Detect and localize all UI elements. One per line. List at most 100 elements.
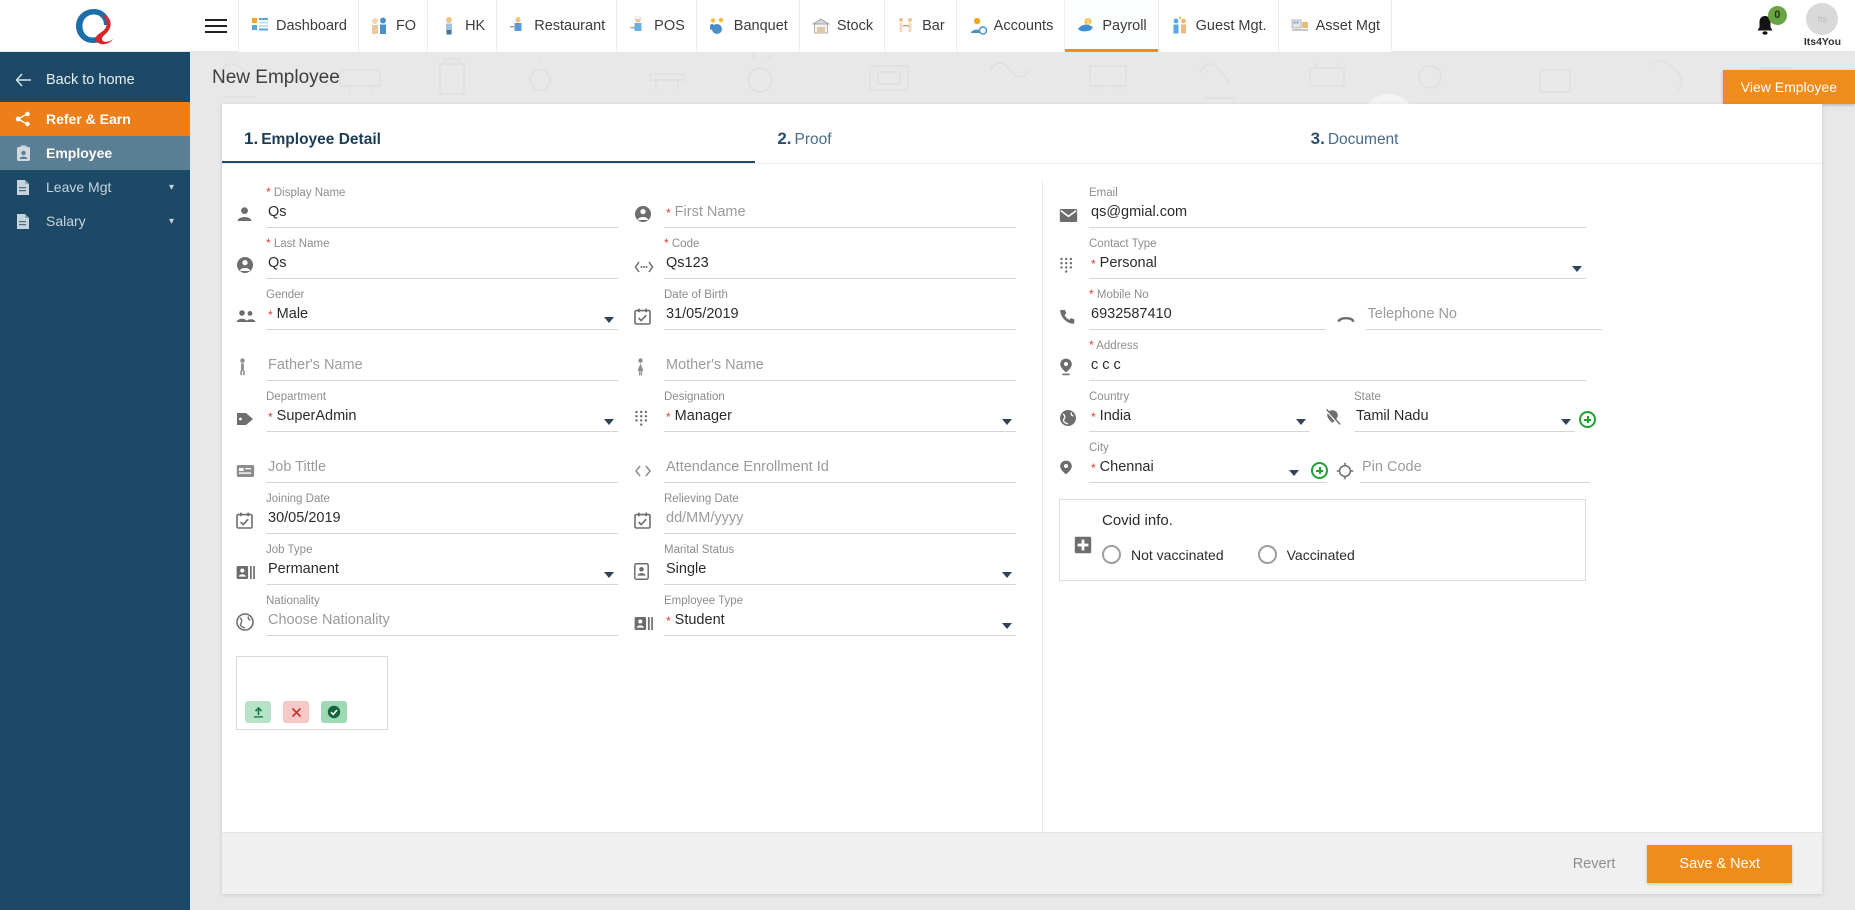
department-select[interactable]: * SuperAdmin — [266, 406, 618, 432]
hamburger-menu-icon[interactable] — [194, 0, 238, 52]
nav-item-restaurant[interactable]: Restaurant — [496, 0, 617, 52]
close-icon[interactable] — [283, 701, 309, 723]
add-city-button[interactable] — [1311, 462, 1328, 479]
sidebar-item-back-to-home[interactable]: Back to home — [0, 58, 190, 102]
nav-item-bar[interactable]: Bar — [884, 0, 956, 52]
chevron-down-icon[interactable] — [604, 317, 614, 323]
locate-icon[interactable] — [1336, 462, 1354, 480]
designation-select[interactable]: * Manager — [664, 406, 1016, 432]
email-input[interactable]: qs@gmial.com — [1089, 202, 1586, 228]
chevron-down-icon[interactable]: ▾ — [169, 216, 174, 227]
field-label: Department — [266, 391, 327, 403]
relieving-date-input[interactable]: dd/MM/yyyy — [664, 508, 1016, 534]
field-label — [664, 339, 1016, 353]
user-profile-button[interactable]: Its Its4You — [1804, 3, 1841, 48]
chevron-down-icon[interactable] — [1002, 623, 1012, 629]
chevron-down-icon[interactable] — [604, 419, 614, 425]
calendar-icon[interactable] — [236, 512, 266, 534]
job-title-input[interactable]: Job Tittle — [266, 457, 618, 483]
revert-button[interactable]: Revert — [1559, 846, 1630, 882]
nav-label: Restaurant — [534, 17, 606, 34]
state-select[interactable]: Tamil Nadu — [1354, 406, 1575, 432]
chevron-down-icon[interactable] — [1289, 470, 1299, 476]
field-label — [664, 186, 1016, 200]
sidebar-item-salary[interactable]: Salary ▾ — [0, 204, 190, 238]
chevron-down-icon[interactable] — [604, 572, 614, 578]
upload-icon[interactable] — [245, 701, 271, 723]
nav-label: Dashboard — [276, 17, 347, 34]
chevron-down-icon[interactable] — [1572, 266, 1582, 272]
calendar-icon[interactable] — [634, 512, 664, 534]
required-star: * — [268, 308, 273, 322]
address-input[interactable]: c c c — [1089, 355, 1586, 381]
field-mobile-no: * Mobile No 6932587410 — [1059, 287, 1326, 330]
display-name-input[interactable]: Qs — [266, 202, 618, 228]
job-type-select[interactable]: Permanent — [266, 559, 618, 585]
view-employee-button[interactable]: View Employee — [1722, 70, 1855, 104]
mobile-no-input[interactable]: 6932587410 — [1089, 304, 1326, 330]
chevron-down-icon[interactable] — [1002, 419, 1012, 425]
tab-employee-detail[interactable]: 1. Employee Detail — [222, 104, 756, 163]
calendar-icon[interactable] — [634, 308, 664, 330]
row-country-state: Country * India State Tamil Nadu — [1059, 386, 1602, 432]
last-name-input[interactable]: Qs — [266, 253, 618, 279]
first-name-input[interactable]: * First Name — [664, 202, 1016, 228]
tab-document[interactable]: 3. Document — [1289, 104, 1822, 163]
notification-bell-button[interactable]: 0 — [1748, 5, 1787, 43]
field-label: * Address — [1089, 338, 1139, 352]
nav-item-guest-mgt[interactable]: Guest Mgt. — [1157, 0, 1278, 52]
nav-label: POS — [654, 17, 685, 34]
sidebar-item-refer-earn[interactable]: Refer & Earn — [0, 102, 190, 136]
check-icon[interactable] — [321, 701, 347, 723]
nav-item-stock[interactable]: Stock — [798, 0, 885, 52]
field-joining-date: Joining Date 30/05/2019 — [236, 488, 634, 534]
sidebar-item-employee[interactable]: Employee — [0, 136, 190, 170]
country-select[interactable]: * India — [1089, 406, 1310, 432]
field-pincode: Pin Code — [1360, 441, 1590, 483]
radio-vaccinated[interactable]: Vaccinated — [1257, 545, 1355, 564]
date-of-birth-input[interactable]: 31/05/2019 — [664, 304, 1016, 330]
save-and-next-button[interactable]: Save & Next — [1647, 844, 1792, 883]
field-last-name: * Last Name Qs — [236, 233, 634, 279]
nav-label: Asset Mgt — [1315, 17, 1381, 34]
sidebar-item-leave-mgt[interactable]: Leave Mgt ▾ — [0, 170, 190, 204]
fathers-name-input[interactable]: Father's Name — [266, 355, 618, 381]
chevron-down-icon[interactable] — [1561, 419, 1571, 425]
nav-item-hk[interactable]: HK — [427, 0, 497, 52]
chevron-down-icon[interactable] — [1002, 572, 1012, 578]
nav-item-accounts[interactable]: Accounts — [955, 0, 1065, 52]
nav-item-asset-mgt[interactable]: Asset Mgt — [1277, 0, 1393, 52]
required-star: * — [666, 614, 671, 628]
nav-item-banquet[interactable]: Banquet — [695, 0, 799, 52]
code-input[interactable]: Qs123 — [664, 253, 1016, 279]
accounts-icon — [970, 17, 987, 35]
field-first-name: * First Name — [634, 182, 1032, 228]
gender-select[interactable]: * Male — [266, 304, 618, 330]
nav-item-fo[interactable]: FO — [357, 0, 428, 52]
nav-item-dashboard[interactable]: Dashboard — [238, 0, 358, 52]
chevron-down-icon[interactable] — [1296, 419, 1306, 425]
covid-radio-group: Not vaccinated Vaccinated — [1102, 545, 1571, 564]
nav-item-pos[interactable]: POS — [616, 0, 696, 52]
photo-upload-widget[interactable] — [236, 656, 388, 730]
nav-item-payroll[interactable]: $ Payroll — [1064, 0, 1158, 52]
joining-date-input[interactable]: 30/05/2019 — [266, 508, 618, 534]
attendance-enrollment-id-input[interactable]: Attendance Enrollment Id — [664, 457, 1016, 483]
add-state-button[interactable] — [1579, 411, 1596, 428]
marital-status-select[interactable]: Single — [664, 559, 1016, 585]
row-mobile-telephone: * Mobile No 6932587410 Telephone No — [1059, 284, 1602, 330]
employee-type-select[interactable]: * Student — [664, 610, 1016, 636]
app-logo[interactable] — [0, 0, 190, 52]
user-name-label: Its4You — [1803, 36, 1841, 48]
radio-not-vaccinated[interactable]: Not vaccinated — [1102, 545, 1224, 564]
tab-number: 3. — [1310, 129, 1325, 148]
tab-proof[interactable]: 2. Proof — [755, 104, 1288, 163]
contact-type-select[interactable]: * Personal — [1089, 253, 1586, 279]
arrow-left-icon — [14, 73, 32, 87]
telephone-no-input[interactable]: Telephone No — [1365, 304, 1602, 330]
chevron-down-icon[interactable]: ▾ — [169, 182, 174, 193]
field-label: * Display Name — [266, 185, 346, 199]
nationality-input[interactable]: Choose Nationality — [266, 610, 618, 636]
pincode-input[interactable]: Pin Code — [1360, 457, 1590, 483]
mothers-name-input[interactable]: Mother's Name — [664, 355, 1016, 381]
